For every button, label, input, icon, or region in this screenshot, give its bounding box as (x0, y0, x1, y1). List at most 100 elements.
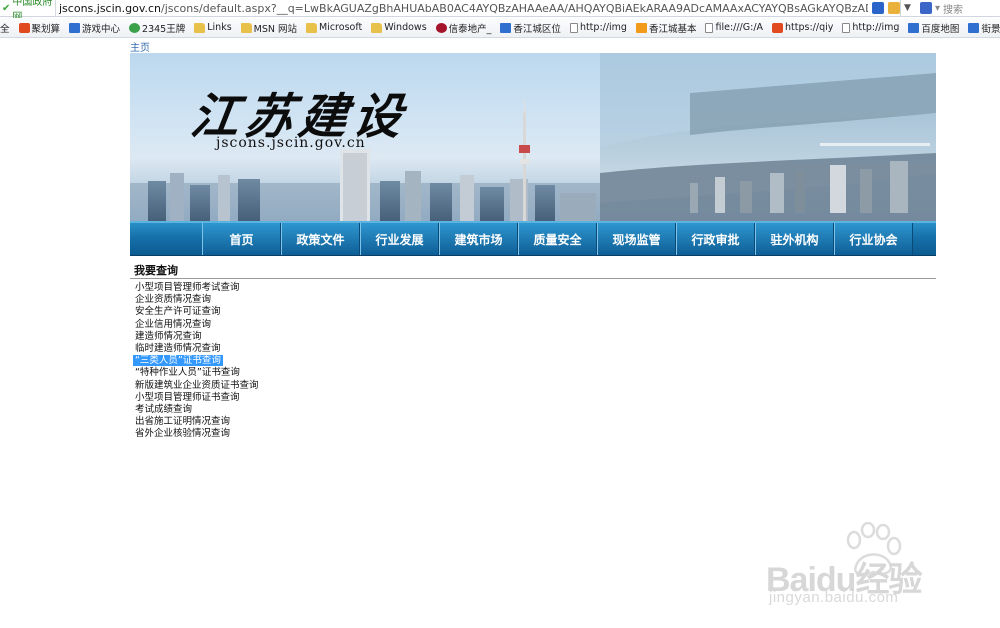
search-dropdown-icon[interactable]: ▾ (935, 3, 940, 14)
query-link-label: 小型项目管理师考试查询 (135, 282, 240, 293)
bookmarks-bar: 全 聚划算 游戏中心 2345王牌 Links MSN 网站 Microsoft Window… (0, 18, 1000, 38)
bookmark-item[interactable]: 信泰地产_ (435, 21, 492, 35)
query-link-label: 临时建造师情况查询 (135, 342, 221, 354)
bookmark-item[interactable]: Windows (371, 22, 427, 33)
query-link-label: “特种作业人员”证书查询 (135, 367, 240, 379)
folder-icon (371, 22, 383, 33)
query-link-label: 企业信用情况查询 (135, 318, 212, 330)
query-link-label: 出省施工证明情况查询 (135, 416, 231, 428)
bookmark-label: 2345王牌 (142, 23, 186, 35)
nav-item[interactable]: 首页 (202, 223, 281, 255)
bookmark-label: Links (207, 22, 232, 33)
home-link[interactable]: 主页 (130, 39, 150, 54)
nav-item[interactable]: 质量安全 (518, 223, 597, 255)
nav-item[interactable]: 行业发展 (360, 223, 439, 255)
query-link[interactable]: “特种作业人员”证书查询 (133, 367, 261, 379)
query-link-label: 建造师情况查询 (135, 330, 202, 342)
bookmark-item[interactable]: 街景拾取器 (968, 21, 1000, 35)
gov-site-badge: ✔ 中国政府网 (0, 0, 56, 23)
bookmark-label: 信泰地产_ (448, 23, 492, 35)
bookmark-item[interactable]: 聚划算 (18, 21, 61, 35)
query-link[interactable]: 小型项目管理师证书查询 (133, 392, 261, 404)
query-link[interactable]: 省外企业核验情况查询 (133, 428, 261, 440)
page-icon (705, 22, 714, 33)
bookmark-label: 聚划算 (31, 23, 61, 35)
query-link[interactable]: 考试成绩查询 (133, 404, 261, 416)
page-icon (842, 22, 851, 33)
bookmark-label: 游戏中心 (82, 23, 121, 35)
query-link[interactable]: 企业信用情况查询 (133, 319, 261, 331)
baidu-jingyan-watermark: Baidu经验 jingyan.baidu.com (766, 520, 946, 610)
bookmark-item[interactable]: MSN 网站 (240, 21, 297, 35)
bookmark-label: 香江城区位 (513, 23, 561, 35)
site-icon (908, 22, 920, 33)
query-section-title: 我要查询 (134, 264, 178, 277)
page-icon (569, 22, 578, 33)
nav-item[interactable]: 行政审批 (676, 223, 755, 255)
search-engine-icon[interactable] (920, 2, 932, 14)
url-text[interactable]: jscons.jscin.gov.cn/jscons/default.aspx?… (56, 2, 868, 15)
site-icon (435, 22, 447, 33)
nav-item[interactable]: 建筑市场 (439, 223, 518, 255)
query-link[interactable]: 企业资质情况查询 (133, 294, 261, 306)
nav-item[interactable]: 驻外机构 (755, 223, 834, 255)
bookmark-item[interactable]: Links (194, 22, 232, 33)
query-link-label: 新版建筑业企业资质证书查询 (135, 379, 259, 391)
query-link-label: 考试成绩查询 (135, 403, 193, 415)
bookmark-label: 百度地图 (921, 23, 960, 35)
query-link[interactable]: 临时建造师情况查询 (133, 343, 261, 355)
bookmark-item[interactable]: 游戏中心 (69, 21, 120, 35)
bookmark-label: Windows (384, 22, 427, 33)
folder-icon (240, 22, 252, 33)
query-link[interactable]: 安全生产许可证查询 (133, 306, 261, 318)
bookmark-item[interactable]: 2345王牌 (129, 21, 185, 35)
nav-item[interactable]: 行业协会 (834, 223, 913, 255)
query-link-label: 省外企业核验情况查询 (135, 428, 231, 440)
bookmark-label: http://img (579, 22, 627, 33)
url-path: /jscons/default.aspx?__q=LwBkAGUAZgBhAHU… (161, 1, 868, 15)
query-link[interactable]: 新版建筑业企业资质证书查询 (133, 380, 261, 392)
address-icons (872, 2, 900, 14)
favorite-icon[interactable] (888, 2, 900, 14)
site-icon (635, 22, 647, 33)
bookmark-label: 香江城基本 (648, 23, 697, 35)
site-icon (500, 22, 512, 33)
bookmark-item[interactable]: file:///G:/A (705, 22, 763, 33)
check-icon: ✔ (2, 2, 11, 14)
nav-item[interactable]: 现场监管 (597, 223, 676, 255)
bookmark-item[interactable]: 全 (0, 21, 10, 35)
banner-domain-text: jscons.jscin.gov.cn (216, 135, 366, 151)
folder-icon (306, 22, 317, 33)
query-link[interactable]: 建造师情况查询 (133, 331, 261, 343)
bookmark-item[interactable]: Microsoft (306, 22, 362, 33)
bookmark-item[interactable]: 香江城区位 (500, 21, 561, 35)
bookmark-label: file:///G:/A (715, 22, 764, 33)
bookmark-label: MSN 网站 (253, 23, 297, 35)
bookmark-item[interactable]: 香江城基本 (635, 21, 697, 35)
compat-mode-icon[interactable] (872, 2, 884, 14)
nav-item[interactable]: 政策文件 (281, 223, 360, 255)
site-banner: 江苏建设 jscons.jscin.gov.cn (130, 53, 936, 221)
address-dropdown-button[interactable]: ▼ (900, 0, 914, 17)
bookmark-item[interactable]: http://img (569, 22, 627, 33)
address-bar[interactable]: ✔ 中国政府网 jscons.jscin.gov.cn/jscons/defau… (0, 0, 1000, 23)
query-link-list: 小型项目管理师考试查询 企业资质情况查询 安全生产许可证查询 企业信用情况查询 建造师情… (133, 282, 261, 440)
bookmark-label: 全 (0, 23, 10, 35)
site-icon (18, 22, 30, 33)
query-link[interactable]: 出省施工证明情况查询 (133, 416, 261, 428)
query-link-label: 企业资质情况查询 (135, 294, 212, 306)
bookmark-item[interactable]: https://qiy (772, 22, 833, 33)
site-icon (968, 22, 980, 33)
query-link-label: 安全生产许可证查询 (135, 306, 221, 318)
bookmark-label: 街景拾取器 (981, 23, 1000, 35)
query-link[interactable]: “三类人员”证书查询 (133, 355, 261, 367)
query-link[interactable]: 小型项目管理师考试查询 (133, 282, 261, 294)
bookmark-item[interactable]: http://img (842, 22, 899, 33)
site-icon (69, 22, 81, 33)
site-icon (772, 22, 784, 33)
bookmark-label: Microsoft (319, 22, 363, 33)
search-placeholder: 搜索 (943, 4, 964, 16)
bookmark-item[interactable]: 百度地图 (908, 21, 959, 35)
search-box[interactable]: ▾ 搜索 (914, 1, 963, 16)
bookmark-label: http://img (852, 22, 900, 33)
